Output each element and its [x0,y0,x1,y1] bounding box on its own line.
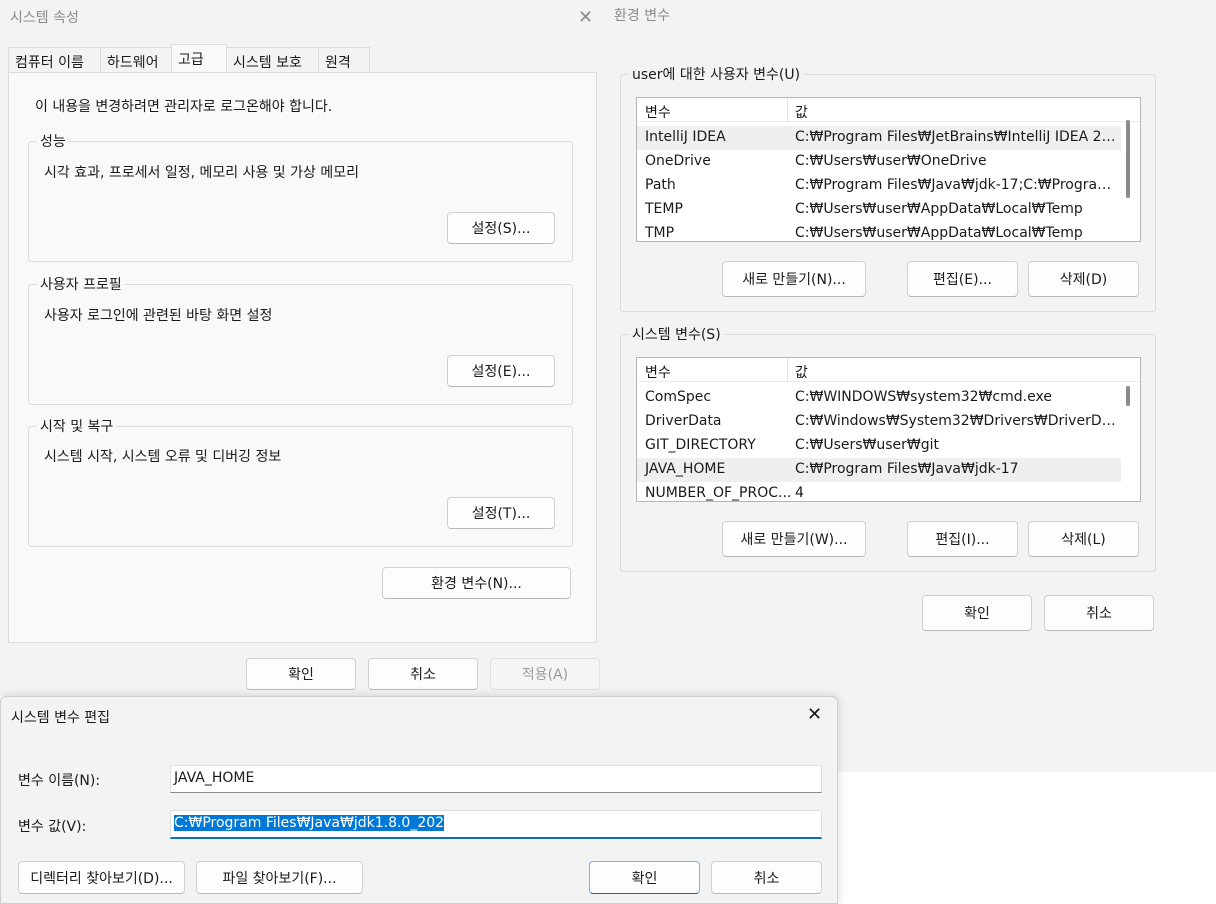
user-profiles-title: 사용자 프로필 [37,274,125,294]
variable-value-field[interactable]: C:₩Program Files₩Java₩jdk1.8.0_202 [170,810,822,839]
user-edit-button[interactable]: 편집(E)... [907,261,1018,297]
system-variables-title: 시스템 변수(S) [629,324,724,344]
variable-name-label: 변수 이름(N): [18,773,101,789]
system-variables-group: 시스템 변수(S) 변수 값 ComSpec C:₩WINDOWS₩system… [620,324,1156,572]
cancel-button[interactable]: 취소 [711,861,822,894]
browse-directory-button[interactable]: 디렉터리 찾아보기(D)... [18,861,185,894]
variable-value: C:₩Users₩user₩AppData₩Local₩Temp [795,201,1083,217]
variable-name: Path [645,177,676,193]
system-edit-button[interactable]: 편집(I)... [907,521,1018,557]
column-name-header[interactable]: 변수 [645,362,671,382]
variable-name: TEMP [645,201,683,217]
variable-value: C:₩Users₩user₩AppData₩Local₩Temp [795,225,1083,241]
user-profiles-settings-button[interactable]: 설정(E)... [447,355,555,387]
admin-note: 이 내용을 변경하려면 관리자로 로그온해야 합니다. [35,99,333,115]
variable-name: TMP [645,225,675,241]
variable-value: C:₩Program Files₩JetBrains₩IntelliJ IDEA… [795,129,1117,145]
selected-text: C:₩Program Files₩Java₩jdk1.8.0_202 [174,815,445,831]
list-item[interactable]: DriverData C:₩Windows₩System32₩Drivers₩D… [637,410,1121,434]
variable-value-label: 변수 값(V): [18,819,87,835]
variable-name: JAVA_HOME [645,461,726,477]
variable-name: OneDrive [645,153,711,169]
advanced-tab-panel: 이 내용을 변경하려면 관리자로 로그온해야 합니다. 성능 시각 효과, 프로… [8,72,597,643]
edit-system-variable-dialog: 시스템 변수 편집 ✕ 변수 이름(N): JAVA_HOME 변수 값(V):… [0,696,838,904]
window-title: 시스템 속성 [10,10,79,26]
list-item[interactable]: NUMBER_OF_PROC... 4 [637,482,1121,501]
system-variables-list[interactable]: 변수 값 ComSpec C:₩WINDOWS₩system32₩cmd.exe… [636,357,1141,502]
performance-settings-button[interactable]: 설정(S)... [447,212,555,244]
column-value-header[interactable]: 값 [795,102,808,122]
variable-value: C:₩Users₩user₩git [795,437,940,453]
system-new-button[interactable]: 새로 만들기(W)... [722,521,866,557]
list-item[interactable]: Path C:₩Program Files₩Java₩jdk-17;C:₩Pro… [637,174,1121,198]
close-icon[interactable]: ✕ [807,704,822,725]
cancel-button[interactable]: 취소 [368,658,478,690]
user-delete-button[interactable]: 삭제(D) [1028,261,1139,297]
apply-button[interactable]: 적용(A) [490,658,600,690]
cancel-button[interactable]: 취소 [1044,595,1154,631]
scrollbar-thumb[interactable] [1126,386,1130,406]
tab-hardware[interactable]: 하드웨어 [100,47,172,73]
variable-name: GIT_DIRECTORY [645,437,756,453]
list-header: 변수 값 [637,98,1140,122]
tab-system-protection[interactable]: 시스템 보호 [226,47,319,73]
title-bar: 시스템 속성 ✕ [0,0,604,34]
user-variables-list[interactable]: 변수 값 IntelliJ IDEA C:₩Program Files₩JetB… [636,97,1141,242]
ok-button[interactable]: 확인 [246,658,356,690]
performance-title: 성능 [37,131,69,151]
user-variables-title: user에 대한 사용자 변수(U) [629,64,804,84]
list-item[interactable]: JAVA_HOME C:₩Program Files₩Java₩jdk-17 [637,458,1121,482]
user-new-button[interactable]: 새로 만들기(N)... [722,261,866,297]
environment-variables-button[interactable]: 환경 변수(N)... [382,567,571,599]
system-properties-window: 시스템 속성 ✕ 컴퓨터 이름 하드웨어 고급 시스템 보호 원격 이 내용을 … [0,0,604,696]
window-title: 환경 변수 [614,8,670,24]
list-header: 변수 값 [637,358,1140,382]
list-item[interactable]: IntelliJ IDEA C:₩Program Files₩JetBrains… [637,126,1121,150]
list-item[interactable]: TEMP C:₩Users₩user₩AppData₩Local₩Temp [637,198,1121,222]
user-variables-group: user에 대한 사용자 변수(U) 변수 값 IntelliJ IDEA C:… [620,64,1156,312]
variable-name: ComSpec [645,389,712,405]
column-divider [787,98,788,122]
tab-computer-name[interactable]: 컴퓨터 이름 [8,47,101,73]
variable-value: C:₩Program Files₩Java₩jdk-17;C:₩Program … [795,177,1117,193]
variable-name: NUMBER_OF_PROC... [645,485,792,501]
list-item[interactable]: ComSpec C:₩WINDOWS₩system32₩cmd.exe [637,386,1121,410]
variable-value: 4 [795,485,804,501]
startup-recovery-desc: 시스템 시작, 시스템 오류 및 디버깅 정보 [44,449,282,465]
variable-name-field[interactable]: JAVA_HOME [170,765,822,793]
close-icon[interactable]: ✕ [578,7,593,28]
list-item[interactable]: GIT_DIRECTORY C:₩Users₩user₩git [637,434,1121,458]
list-item[interactable]: OneDrive C:₩Users₩user₩OneDrive [637,150,1121,174]
variable-value: C:₩Users₩user₩OneDrive [795,153,987,169]
dialog-title: 시스템 변수 편집 [11,710,111,726]
startup-recovery-group: 시작 및 복구 시스템 시작, 시스템 오류 및 디버깅 정보 설정(T)... [28,416,573,547]
user-profiles-desc: 사용자 로그인에 관련된 바탕 화면 설정 [44,308,273,324]
variable-value: C:₩Windows₩System32₩Drivers₩DriverData [795,413,1117,429]
column-name-header[interactable]: 변수 [645,102,671,122]
browse-file-button[interactable]: 파일 찾아보기(F)... [196,861,363,894]
performance-group: 성능 시각 효과, 프로세서 일정, 메모리 사용 및 가상 메모리 설정(S)… [28,131,573,262]
column-value-header[interactable]: 값 [795,362,808,382]
list-item[interactable]: TMP C:₩Users₩user₩AppData₩Local₩Temp [637,222,1121,241]
variable-name: DriverData [645,413,722,429]
system-delete-button[interactable]: 삭제(L) [1028,521,1139,557]
startup-recovery-settings-button[interactable]: 설정(T)... [447,497,555,529]
column-divider [787,358,788,382]
environment-variables-window: 환경 변수 user에 대한 사용자 변수(U) 변수 값 IntelliJ I… [604,0,1216,772]
performance-desc: 시각 효과, 프로세서 일정, 메모리 사용 및 가상 메모리 [44,165,359,181]
variable-name: IntelliJ IDEA [645,129,726,145]
ok-button[interactable]: 확인 [922,595,1032,631]
tab-remote[interactable]: 원격 [318,47,370,73]
user-profiles-group: 사용자 프로필 사용자 로그인에 관련된 바탕 화면 설정 설정(E)... [28,274,573,405]
scrollbar-thumb[interactable] [1126,120,1130,198]
variable-value: C:₩WINDOWS₩system32₩cmd.exe [795,389,1052,405]
startup-recovery-title: 시작 및 복구 [37,416,117,436]
ok-button[interactable]: 확인 [589,861,700,894]
variable-value: C:₩Program Files₩Java₩jdk-17 [795,461,1019,477]
tab-advanced[interactable]: 고급 [171,44,227,74]
